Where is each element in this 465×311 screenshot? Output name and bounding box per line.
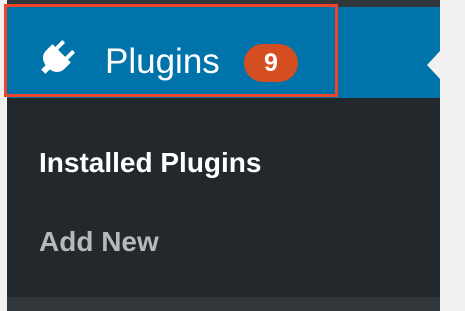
highlight-annotation-box: [4, 4, 338, 97]
plugins-submenu: Installed Plugins Add New: [7, 98, 440, 297]
submenu-item-installed-plugins[interactable]: Installed Plugins: [39, 146, 261, 180]
submenu-item-add-new[interactable]: Add New: [39, 225, 159, 259]
current-menu-arrow: [427, 51, 440, 79]
